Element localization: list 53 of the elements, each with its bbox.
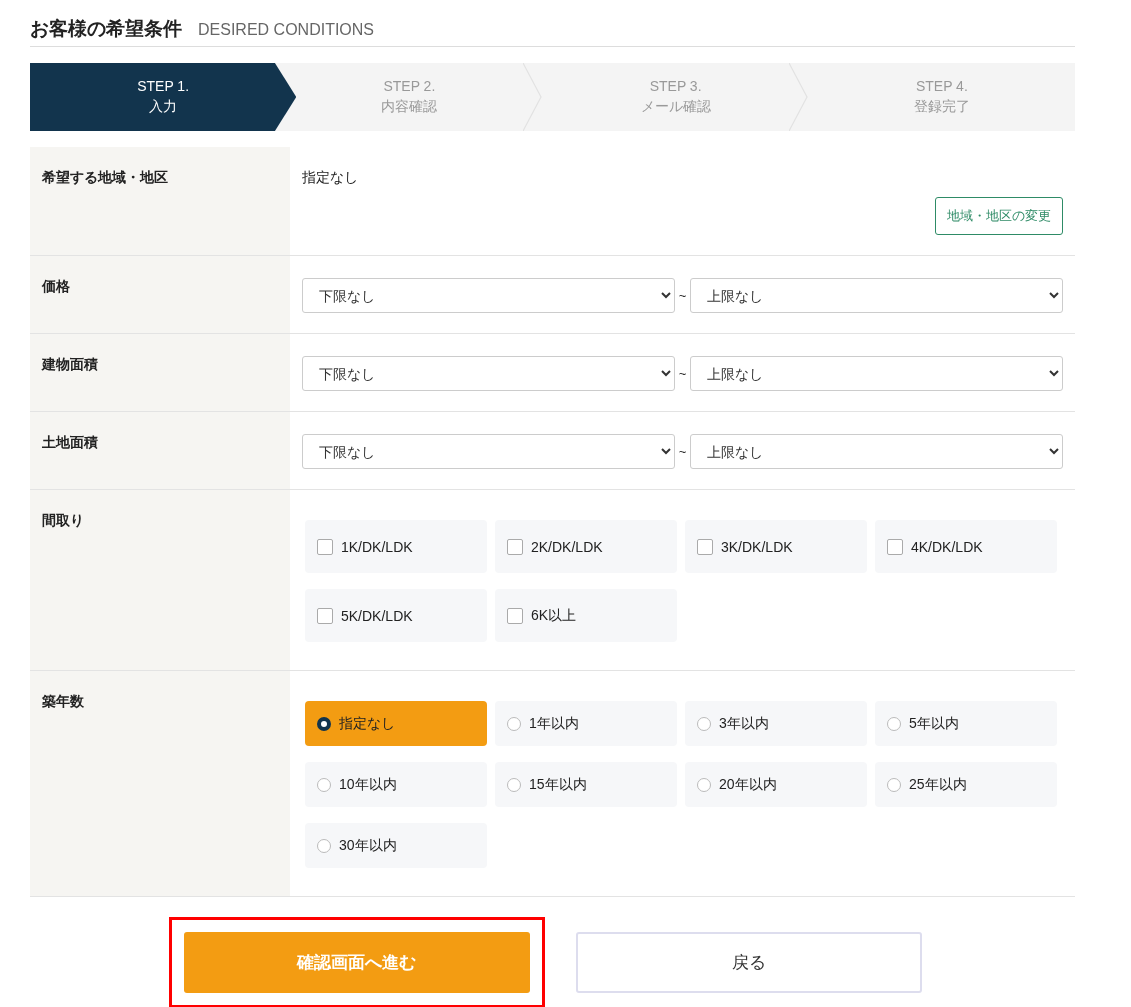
field-label: 土地面積 [42, 434, 98, 450]
checkbox[interactable] [317, 538, 333, 555]
layout-option[interactable]: 2K/DK/LDK [495, 520, 677, 573]
checkbox[interactable] [507, 538, 523, 555]
age-option[interactable]: 5年以内 [875, 701, 1057, 746]
range-separator: ~ [678, 366, 687, 381]
step-indicator: STEP 4. 登録完了 [912, 77, 971, 116]
range-separator: ~ [678, 288, 687, 303]
step-indicator: STEP 1. 入力 [30, 63, 297, 131]
radio-button[interactable] [887, 716, 901, 731]
min-select[interactable]: 下限なし [302, 278, 675, 313]
max-select[interactable]: 上限なし [690, 356, 1063, 391]
field-label: 価格 [42, 278, 70, 294]
field-label: 希望する地域・地区 [42, 169, 168, 185]
layout-option[interactable]: 5K/DK/LDK [305, 589, 487, 642]
radio-button[interactable] [697, 777, 711, 792]
range-separator: ~ [678, 444, 687, 459]
layout-option[interactable]: 3K/DK/LDK [685, 520, 867, 573]
step-indicator: STEP 3. メール確認 [542, 63, 809, 131]
min-select[interactable]: 下限なし [302, 356, 675, 391]
radio-button[interactable] [507, 716, 521, 731]
field-label: 築年数 [42, 693, 84, 709]
layout-option[interactable]: 6K以上 [495, 589, 677, 642]
radio-button[interactable] [317, 838, 331, 853]
age-option[interactable]: 1年以内 [495, 701, 677, 746]
radio-button[interactable] [887, 777, 901, 792]
change-region-button[interactable]: 地域・地区の変更 [935, 197, 1063, 235]
checkbox[interactable] [887, 538, 903, 555]
field-label: 建物面積 [42, 356, 98, 372]
checkbox[interactable] [507, 607, 523, 624]
radio-button[interactable] [317, 716, 331, 731]
min-select[interactable]: 下限なし [302, 434, 675, 469]
max-select[interactable]: 上限なし [690, 278, 1063, 313]
radio-button[interactable] [507, 777, 521, 792]
age-option[interactable]: 20年以内 [685, 762, 867, 807]
field-label: 間取り [42, 512, 84, 528]
age-option[interactable]: 15年以内 [495, 762, 677, 807]
checkbox[interactable] [317, 607, 333, 624]
age-option[interactable]: 30年以内 [305, 823, 487, 868]
page-title: お客様の希望条件 [30, 17, 182, 41]
checkbox[interactable] [697, 538, 713, 555]
page-subtitle: DESIRED CONDITIONS [198, 21, 374, 39]
age-option[interactable]: 10年以内 [305, 762, 487, 807]
region-value: 指定なし [302, 169, 358, 187]
max-select[interactable]: 上限なし [690, 434, 1063, 469]
radio-button[interactable] [697, 716, 711, 731]
radio-button[interactable] [317, 777, 331, 792]
layout-option[interactable]: 4K/DK/LDK [875, 520, 1057, 573]
age-option[interactable]: 25年以内 [875, 762, 1057, 807]
back-button[interactable]: 戻る [575, 932, 922, 993]
layout-option[interactable]: 1K/DK/LDK [305, 520, 487, 573]
age-option[interactable]: 指定なし [305, 701, 487, 746]
age-option[interactable]: 3年以内 [685, 701, 867, 746]
